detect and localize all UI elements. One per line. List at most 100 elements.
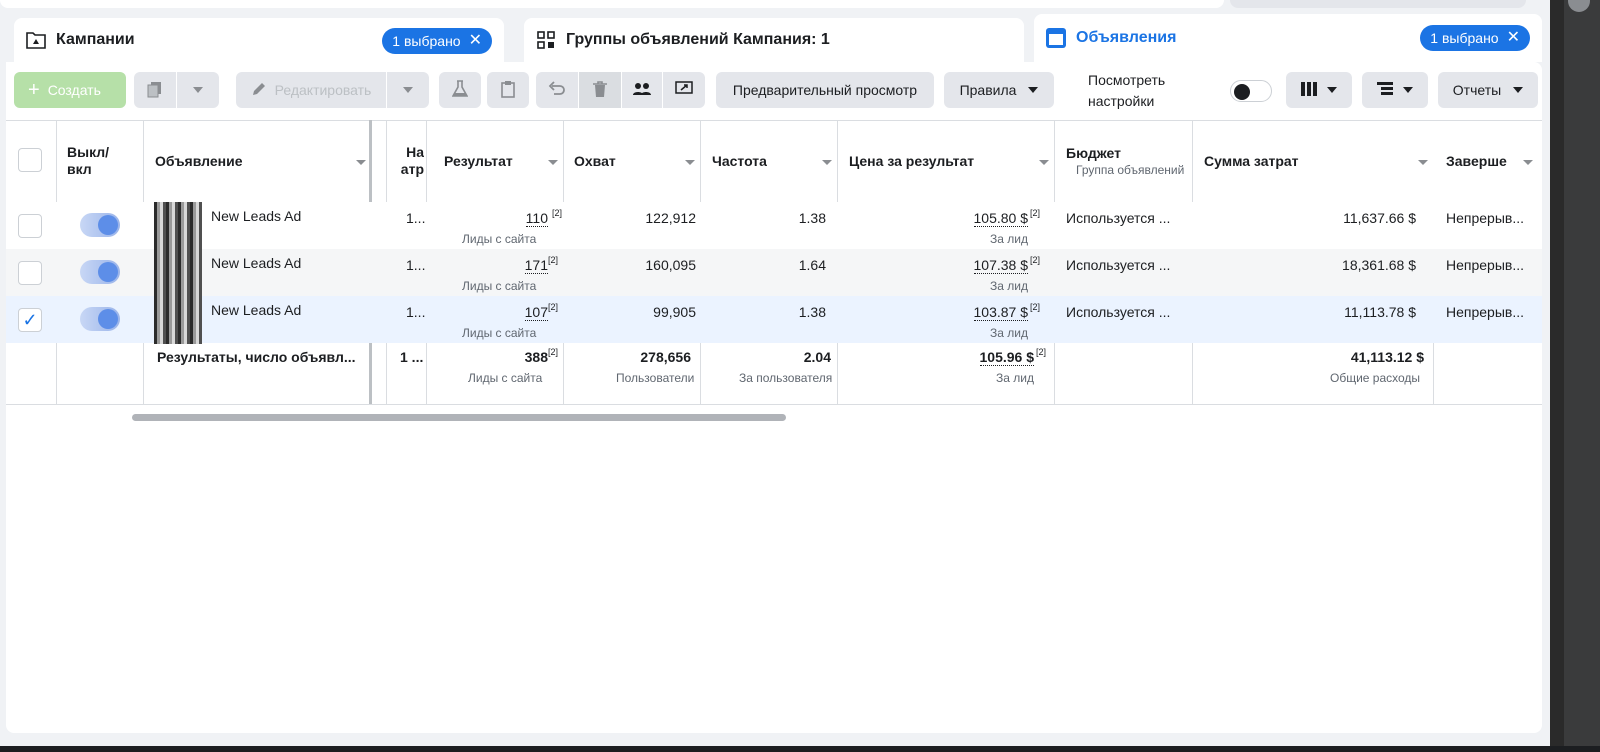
footnote-marker[interactable]: [2] <box>548 302 558 312</box>
result-type: Лиды с сайта <box>462 279 537 293</box>
ad-on-off-toggle[interactable] <box>80 260 120 284</box>
result-number[interactable]: 171 <box>524 257 548 274</box>
frequency-value: 1.64 <box>798 257 826 273</box>
row-checkbox[interactable]: ✓ <box>18 308 42 332</box>
result-value: 171 <box>506 257 548 274</box>
cpr-type: За лид <box>990 232 1028 246</box>
col-header-ad-label: Объявление <box>155 153 243 169</box>
footnote-marker[interactable]: [2] <box>1036 347 1046 357</box>
flask-icon <box>451 79 469 101</box>
undo-button[interactable] <box>536 72 578 108</box>
ends-value: Непрерыв... <box>1446 304 1525 320</box>
breakdown-button[interactable] <box>1362 72 1428 108</box>
edit-dropdown[interactable] <box>387 72 429 108</box>
col-header-ad[interactable]: Объявление <box>155 120 243 202</box>
delete-button[interactable] <box>579 72 621 108</box>
frequency-value: 1.38 <box>798 210 826 226</box>
col-header-amount-spent[interactable]: Сумма затрат <box>1204 120 1299 202</box>
col-header-ends[interactable]: Заверше <box>1446 120 1518 202</box>
row-checkbox[interactable] <box>18 214 42 238</box>
audience-button[interactable] <box>622 72 662 108</box>
cpr-number[interactable]: 105.80 $ <box>973 210 1028 227</box>
reports-dropdown[interactable]: Отчеты <box>1438 72 1538 108</box>
table-row[interactable]: ✓ New Leads Ad 1... 107 [2] Лиды с сайта… <box>6 296 1542 344</box>
col-header-budget-label: Бюджет <box>1066 145 1121 161</box>
export-button[interactable] <box>663 72 705 108</box>
sort-icon[interactable] <box>356 160 366 165</box>
view-settings-label: Посмотреть настройки <box>1088 70 1198 112</box>
totals-reach: 278,656 <box>640 349 691 365</box>
table-row[interactable]: New Leads Ad 1... 110 [2] Лиды с сайта 1… <box>6 202 1542 250</box>
cpr-number[interactable]: 103.87 $ <box>973 304 1028 321</box>
footnote-marker[interactable]: [2] <box>552 208 562 218</box>
ad-on-off-toggle[interactable] <box>80 213 120 237</box>
ad-name[interactable]: New Leads Ad <box>211 255 301 271</box>
col-header-frequency[interactable]: Частота <box>712 120 767 202</box>
sort-icon[interactable] <box>685 160 695 165</box>
reach-value: 122,912 <box>645 210 696 226</box>
cpr-number[interactable]: 107.38 $ <box>973 257 1028 274</box>
sort-icon[interactable] <box>1523 160 1533 165</box>
footnote-marker[interactable]: [2] <box>548 347 558 357</box>
col-header-onoff[interactable]: Выкл/ вкл <box>67 120 109 202</box>
ad-name[interactable]: New Leads Ad <box>211 208 301 224</box>
attribution-value: 1... <box>406 210 426 226</box>
duplicate-dropdown[interactable] <box>177 72 219 108</box>
campaigns-badge-label: 1 выбрано <box>392 33 461 49</box>
table-row[interactable]: New Leads Ad 1... 171 [2] Лиды с сайта 1… <box>6 249 1542 297</box>
sort-icon[interactable] <box>1039 160 1049 165</box>
close-icon[interactable]: ✕ <box>1507 30 1520 46</box>
col-header-onoff-line2: вкл <box>67 161 92 177</box>
result-number[interactable]: 110 <box>525 210 548 227</box>
col-header-result[interactable]: Результат <box>444 120 513 202</box>
ad-thumbnail <box>154 249 202 297</box>
clipboard-button[interactable] <box>487 72 529 108</box>
col-header-cost-per-result[interactable]: Цена за результат <box>849 120 974 202</box>
cpr-type: За лид <box>990 326 1028 340</box>
ad-on-off-toggle[interactable] <box>80 307 120 331</box>
create-button[interactable]: + Создать <box>14 72 126 108</box>
result-type: Лиды с сайта <box>462 326 537 340</box>
ab-test-button[interactable] <box>439 72 481 108</box>
footnote-marker[interactable]: [2] <box>1030 255 1040 265</box>
edit-button[interactable]: Редактировать <box>236 72 386 108</box>
footnote-marker[interactable]: [2] <box>548 255 558 265</box>
campaigns-selected-badge[interactable]: 1 выбрано ✕ <box>382 28 492 54</box>
close-icon[interactable] <box>1568 0 1590 12</box>
tab-adsets[interactable]: Группы объявлений Кампания: 1 <box>524 18 1024 62</box>
ads-panel: + Создать Редактировать Предварительный … <box>6 62 1542 733</box>
footnote-marker[interactable]: [2] <box>1030 302 1040 312</box>
attribution-value: 1... <box>406 257 426 273</box>
horizontal-scrollbar[interactable] <box>132 414 786 421</box>
toggle-knob <box>98 215 118 235</box>
rules-dropdown[interactable]: Правила <box>944 72 1054 108</box>
ad-name[interactable]: New Leads Ad <box>211 302 301 318</box>
cost-per-result-value: 103.87 $ <box>968 304 1028 321</box>
columns-button[interactable] <box>1286 72 1352 108</box>
totals-amount-spent: 41,113.12 $ <box>1350 349 1424 365</box>
plus-icon: + <box>28 78 40 101</box>
sort-icon[interactable] <box>822 160 832 165</box>
view-settings-toggle[interactable] <box>1230 80 1272 102</box>
totals-spent-type: Общие расходы <box>1330 371 1421 385</box>
close-icon[interactable]: ✕ <box>469 33 482 49</box>
tab-campaigns[interactable]: Кампании 1 выбрано ✕ <box>14 18 504 62</box>
result-number[interactable]: 107 <box>524 304 548 321</box>
sort-icon[interactable] <box>1418 160 1428 165</box>
sort-icon[interactable] <box>548 160 558 165</box>
ads-badge-label: 1 выбрано <box>1430 30 1499 46</box>
duplicate-button[interactable] <box>134 72 176 108</box>
ads-selected-badge[interactable]: 1 выбрано ✕ <box>1420 25 1530 51</box>
row-checkbox[interactable] <box>18 261 42 285</box>
grid-line <box>6 404 1542 405</box>
col-header-budget[interactable]: Бюджет Группа объявлений <box>1066 120 1184 202</box>
footnote-marker[interactable]: [2] <box>1030 208 1040 218</box>
preview-button[interactable]: Предварительный просмотр <box>716 72 934 108</box>
totals-cpr-number[interactable]: 105.96 $ <box>979 349 1034 366</box>
col-header-attribution[interactable]: На атр <box>394 120 424 202</box>
col-header-ends-label: Заверше <box>1446 153 1507 169</box>
tab-ads[interactable]: Объявления 1 выбрано ✕ <box>1034 14 1542 62</box>
toolbar: + Создать Редактировать Предварительный … <box>6 62 1542 120</box>
select-all-checkbox[interactable] <box>18 148 42 172</box>
col-header-reach[interactable]: Охват <box>574 120 616 202</box>
